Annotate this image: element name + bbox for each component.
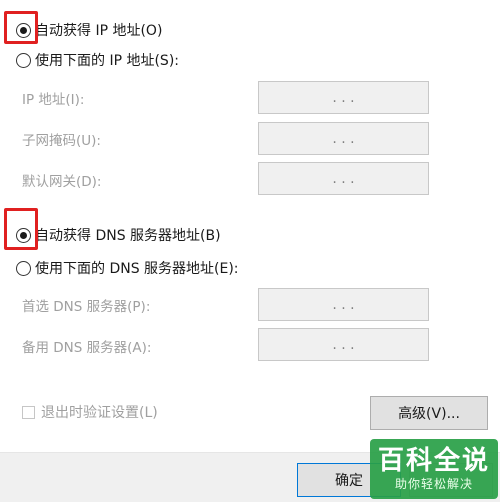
preferred-dns-label: 首选 DNS 服务器(P): (22, 299, 151, 315)
validate-settings-checkbox[interactable]: 退出时验证设置(L) (22, 402, 158, 422)
brand-subtitle: 助你轻松解决 (394, 477, 473, 491)
alternate-dns-input[interactable]: . . . (258, 328, 429, 361)
auto-dns-radio[interactable]: 自动获得 DNS 服务器地址(B) (16, 224, 221, 246)
preferred-dns-value: . . . (332, 296, 355, 313)
manual-ip-radio[interactable]: 使用下面的 IP 地址(S): (16, 49, 179, 71)
alternate-dns-value: . . . (332, 336, 355, 353)
ip-address-input[interactable]: . . . (258, 81, 429, 114)
auto-ip-label: 自动获得 IP 地址(O) (35, 23, 163, 39)
alternate-dns-label: 备用 DNS 服务器(A): (22, 340, 152, 356)
manual-ip-label: 使用下面的 IP 地址(S): (35, 53, 179, 69)
manual-dns-label: 使用下面的 DNS 服务器地址(E): (35, 261, 239, 277)
manual-dns-radio[interactable]: 使用下面的 DNS 服务器地址(E): (16, 257, 239, 279)
default-gateway-value: . . . (332, 170, 355, 187)
auto-dns-highlight (4, 208, 38, 250)
validate-settings-box[interactable] (22, 405, 35, 419)
brand-title: 百科全说 (377, 446, 490, 476)
default-gateway-input[interactable]: . . . (258, 162, 429, 195)
ip-address-value: . . . (332, 89, 355, 106)
brand-watermark: 百科全说 助你轻松解决 (370, 439, 498, 499)
preferred-dns-input[interactable]: . . . (258, 288, 429, 321)
validate-settings-label: 退出时验证设置(L) (41, 405, 158, 421)
manual-dns-radio-dot[interactable] (16, 260, 31, 276)
subnet-mask-label: 子网掩码(U): (22, 133, 101, 149)
auto-dns-label: 自动获得 DNS 服务器地址(B) (35, 228, 221, 244)
ip-address-label: IP 地址(I): (22, 92, 85, 108)
advanced-button[interactable]: 高级(V)... (370, 396, 488, 430)
subnet-mask-input[interactable]: . . . (258, 122, 429, 155)
default-gateway-label: 默认网关(D): (22, 174, 102, 190)
manual-ip-radio-dot[interactable] (16, 52, 31, 68)
subnet-mask-value: . . . (332, 130, 355, 147)
auto-ip-highlight (4, 11, 38, 44)
